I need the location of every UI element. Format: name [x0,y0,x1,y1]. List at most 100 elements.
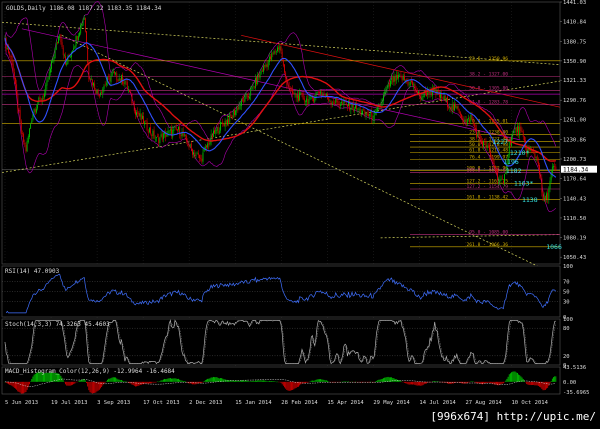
candle-body [398,75,399,78]
candle-body [482,142,483,146]
candle-body [206,146,207,148]
candle-body [143,116,144,124]
macd-bar [214,377,215,382]
macd-bar [327,381,328,382]
macd-bar [165,379,166,382]
macd-bar [12,382,13,386]
candle-body [148,131,149,133]
candle-body [405,80,406,81]
macd-bar [501,382,502,384]
price-tick-label: 1110.50 [563,216,586,222]
macd-bar [111,378,112,382]
candle-body [452,104,453,110]
macd-bar [512,372,513,382]
candle-body [445,95,446,101]
stoch-panel[interactable]: 10080200 Stoch(14,3,3) 74.3263 45.4603 [2,317,573,369]
candle-body [423,96,424,97]
rsi-panel[interactable]: 1007050300 RSI(14) 47.0903 [2,264,573,321]
macd-bar [33,377,34,382]
candle-body [36,109,37,113]
candle-body [466,120,467,123]
candle-body [285,73,286,78]
macd-bar [88,382,89,390]
macd-bar [100,382,101,389]
candle-body [102,89,103,94]
macd-bar [150,382,151,383]
candle-body [359,109,360,110]
candle-body [207,144,208,148]
candle-body [220,122,221,130]
price-tick-label: 1080.19 [563,236,586,242]
candle-body [305,101,306,102]
candle-body [456,106,457,108]
candle-body [444,96,445,100]
candle-body [73,48,74,51]
candle-body [299,93,300,101]
candle-body [297,95,298,98]
macd-bar [519,375,520,382]
candle-body [321,92,322,95]
macd-tick-label: 43.5136 [563,365,586,371]
macd-bar [224,379,225,382]
candle-body [49,72,50,79]
macd-bar [416,382,417,386]
time-tick-label: 10 Oct 2014 [511,400,548,406]
macd-bar [265,381,266,382]
candle-body [449,107,450,108]
macd-bar [483,382,484,384]
candle-body [319,92,320,93]
macd-bar [250,381,251,382]
candle-body [422,97,423,100]
macd-bar [65,382,66,385]
macd-bar [380,380,381,382]
candle-body [62,42,63,47]
macd-bar [104,382,105,384]
candle-body [382,101,383,102]
fib-label: 23.6 - 1350.96 [469,56,508,62]
trading-chart[interactable]: 23.6 - 1350.960.0 - 1255.0123.6 - 1238.0… [0,0,600,425]
candle-body [7,48,8,49]
chart-canvas[interactable]: 23.6 - 1350.960.0 - 1255.0123.6 - 1238.0… [0,0,600,425]
target-price-label: 1196 [503,158,519,166]
macd-bar [135,382,136,387]
macd-bar [87,382,88,387]
macd-bar [256,381,257,382]
candle-body [548,190,549,200]
candle-body [497,170,498,180]
candle-body [54,58,55,62]
macd-bar [312,381,313,382]
macd-bar [546,382,547,389]
rsi-label: RSI(14) 47.0903 [5,268,60,275]
candle-body [546,193,547,199]
macd-bar [118,379,119,381]
candle-body [27,141,28,152]
price-tick-label: 1230.86 [563,137,586,143]
macd-bar [22,382,23,394]
candle-body [80,25,81,34]
macd-bar [114,377,115,381]
candle-body [271,53,272,59]
macd-bar [147,382,148,384]
macd-bar [14,382,15,388]
macd-bar [550,382,551,384]
candle-body [267,64,268,67]
candle-body [198,153,199,155]
candle-body [289,86,290,89]
candle-body [467,119,468,123]
macd-tick-label: 0.00 [563,380,576,386]
time-tick-label: 17 Oct 2013 [143,400,179,406]
candle-body [24,143,25,144]
price-tick-label: 1200.73 [563,157,586,163]
candle-body [134,103,135,111]
fib-label: 38.2 - 1327.00 [469,71,508,77]
candle-body [296,93,297,97]
time-tick-label: 2 Dec 2013 [189,400,222,406]
candle-body [98,90,99,95]
macd-panel[interactable]: 43.51360.00-35.6965 MACD_Histogram_Color… [2,365,590,396]
macd-bar [381,379,382,382]
fib-label: 50.0 - 1305.80 [469,85,508,91]
macd-bar [514,371,515,381]
candle-body [303,93,304,99]
time-tick-label: 14 Jul 2014 [419,400,456,406]
macd-bar [497,382,498,385]
